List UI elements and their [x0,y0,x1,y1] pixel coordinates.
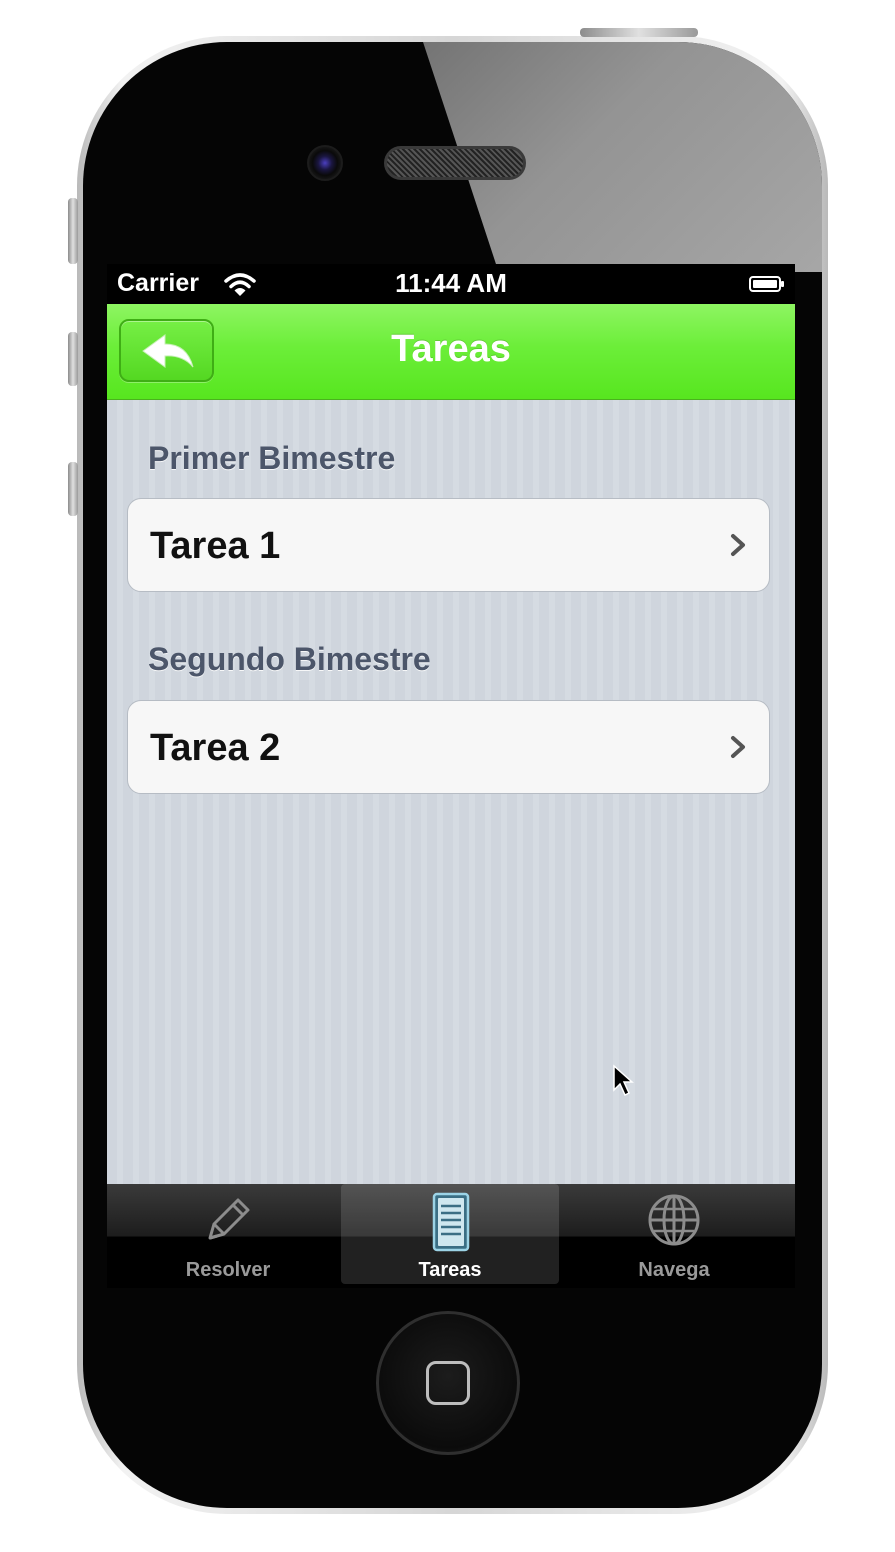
tab-label: Resolver [185,1259,271,1281]
row-label: Tarea 2 [150,727,281,769]
tab-tareas[interactable]: Tareas [341,1184,559,1284]
home-square-icon [426,1361,470,1405]
chevron-right-icon [731,736,745,758]
tab-label: Navega [638,1259,710,1281]
home-button[interactable] [376,1311,520,1455]
table-row-tarea-1[interactable]: Tarea 1 [127,498,770,592]
grouped-table: Primer Bimestre Tarea 1 Segundo Bimestre… [107,400,795,1184]
section-header-primer-bimestre: Primer Bimestre [148,440,396,476]
app-screen: Carrier 11:44 AM Tareas Primer Bimestre … [107,264,795,1288]
chevron-right-icon [731,534,745,556]
status-bar: Carrier 11:44 AM [107,264,795,304]
front-camera [307,145,343,181]
notebook-icon [432,1192,470,1252]
mouse-cursor-icon [613,1064,634,1097]
navigation-bar: Tareas [107,304,795,400]
nav-title: Tareas [391,328,511,370]
silent-switch [68,198,78,264]
table-row-tarea-2[interactable]: Tarea 2 [127,700,770,794]
globe-icon [648,1194,700,1246]
tab-label: Tareas [418,1259,482,1281]
volume-up-button [68,332,78,386]
tab-navega[interactable]: Navega [565,1184,783,1284]
volume-down-button [68,462,78,516]
battery-icon [749,276,784,292]
power-button [580,28,698,37]
pencil-icon [208,1198,250,1240]
section-header-segundo-bimestre: Segundo Bimestre [148,641,431,677]
tab-bar: Resolver Tareas Navega [107,1184,795,1288]
earpiece-speaker [384,146,526,180]
row-label: Tarea 1 [150,525,281,567]
status-time: 11:44 AM [395,268,507,298]
tab-resolver[interactable]: Resolver [119,1184,337,1284]
